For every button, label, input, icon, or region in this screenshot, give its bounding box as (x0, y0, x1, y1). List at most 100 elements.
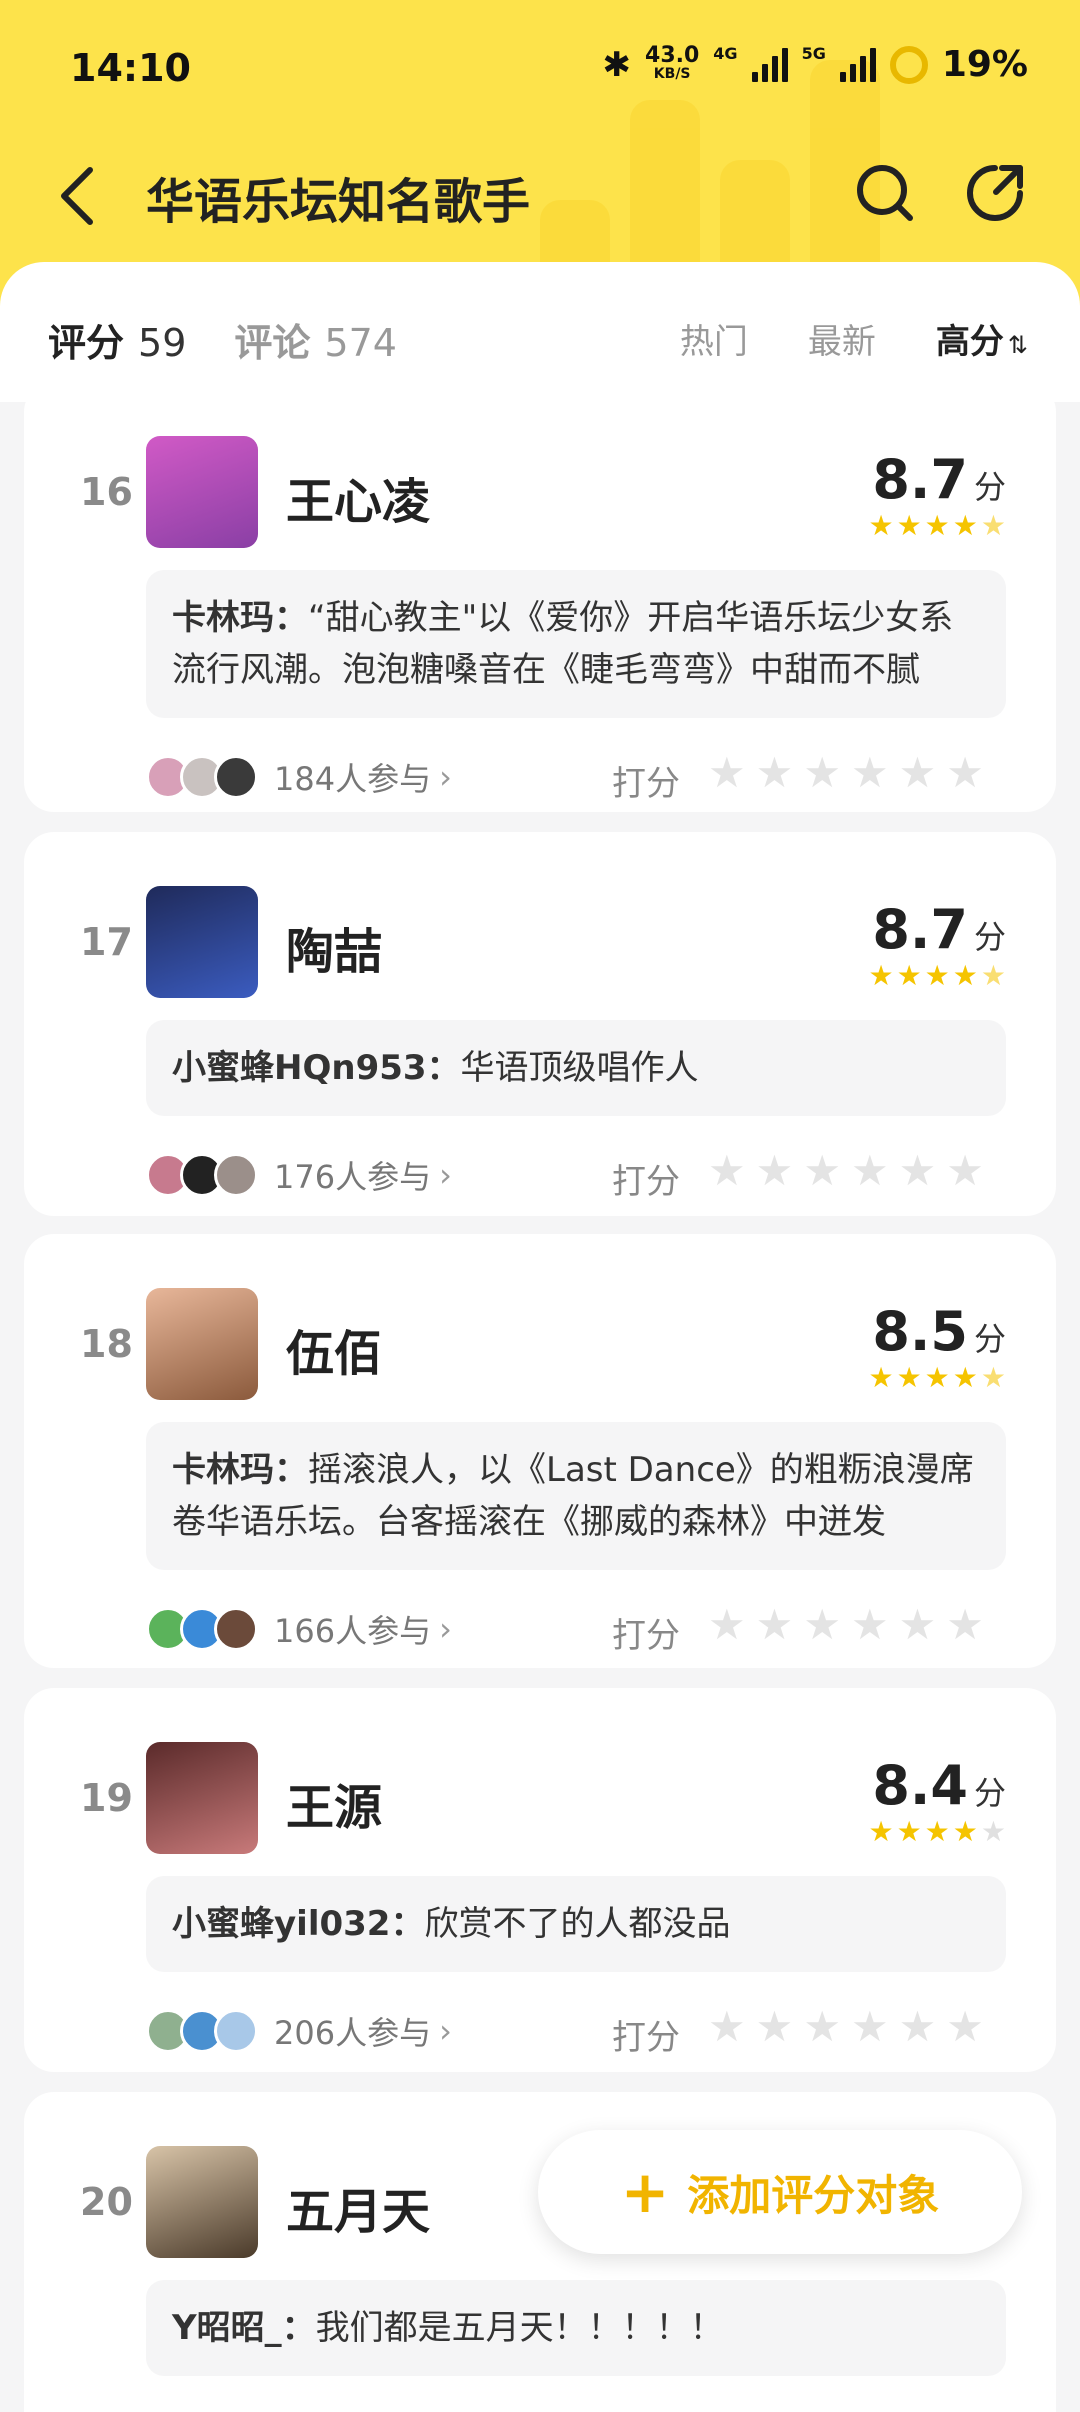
rate-star-icon[interactable]: ★ (851, 1150, 889, 1192)
rate-stars[interactable]: ★★★★★★ (708, 2006, 984, 2048)
chevron-right-icon: › (439, 2012, 452, 2050)
average-stars: ★ ★ ★ ★ ★ (868, 512, 1006, 540)
tab-rating[interactable]: 评分 59 (48, 312, 186, 367)
signal-4g-label: 4G (713, 44, 738, 63)
sort-direction-icon: ⇅ (1007, 331, 1028, 359)
comment-text: 欣赏不了的人都没品 (424, 1904, 731, 1944)
rate-star-icon[interactable]: ★ (708, 752, 746, 794)
singer-avatar[interactable] (146, 886, 258, 998)
rate-stars[interactable]: ★★★★★★ (708, 752, 984, 794)
sort-hot[interactable]: 热门 (680, 314, 748, 363)
rank-number: 20 (80, 2180, 133, 2224)
participants-count: 166人参与 (274, 1612, 432, 1650)
sort-latest[interactable]: 最新 (808, 314, 876, 363)
singer-card[interactable]: 19 王源 8.4 分 ★ ★ ★ ★ ★ 小蜜蜂yil032：欣赏不了的人都没品 206人参与 › 打… (24, 1688, 1056, 2072)
rate-star-icon[interactable]: ★ (899, 1150, 937, 1192)
sort-options: 热门 最新 高分 ⇅ (680, 314, 1028, 363)
singer-name[interactable]: 伍佰 (286, 1314, 382, 1384)
share-button[interactable] (962, 160, 1028, 226)
star-icon: ★ (896, 1361, 922, 1394)
rate-stars[interactable]: ★★★★★★ (708, 1604, 984, 1646)
rank-number: 18 (80, 1322, 133, 1366)
singer-card[interactable]: 18 伍佰 8.5 分 ★ ★ ★ ★ ★ 卡林玛：摇滚浪人，以《Last Dance》的粗粝浪漫… (24, 1234, 1056, 1668)
participants-count: 184人参与 (274, 760, 432, 798)
chevron-right-icon: › (439, 1610, 452, 1648)
tab-comments[interactable]: 评论 574 (234, 312, 397, 367)
back-button[interactable] (50, 160, 110, 230)
score-unit: 分 (973, 918, 1006, 956)
rank-number: 19 (80, 1776, 133, 1820)
participants-link[interactable]: 184人参与 › (146, 754, 452, 800)
average-stars: ★ ★ ★ ★ ★ (868, 962, 1006, 990)
rate-star-icon[interactable]: ★ (756, 1150, 794, 1192)
participant-avatar (214, 755, 258, 799)
top-comment[interactable]: 卡林玛：“甜心教主"以《爱你》开启华语乐坛少女系流行风潮。泡泡糖嗓音在《睫毛弯弯… (146, 570, 1006, 718)
singer-avatar[interactable] (146, 1742, 258, 1854)
star-icon: ★ (896, 509, 922, 542)
rate-star-icon[interactable]: ★ (708, 1150, 746, 1192)
rate-star-icon[interactable]: ★ (756, 1604, 794, 1646)
score-value: 8.5 (872, 1300, 968, 1363)
battery-level: 19% (941, 44, 1028, 85)
rate-star-icon[interactable]: ★ (899, 2006, 937, 2048)
rate-star-icon[interactable]: ★ (899, 1604, 937, 1646)
star-icon: ★ (924, 1815, 950, 1848)
singer-avatar[interactable] (146, 436, 258, 548)
star-icon: ★ (980, 1815, 1006, 1848)
comment-author: 卡林玛： (172, 1450, 308, 1490)
top-comment[interactable]: 卡林玛：摇滚浪人，以《Last Dance》的粗粝浪漫席卷华语乐坛。台客摇滚在《… (146, 1422, 1006, 1570)
add-rating-target-button[interactable]: + 添加评分对象 (538, 2130, 1022, 2254)
star-icon: ★ (980, 959, 1006, 992)
star-icon: ★ (868, 1815, 894, 1848)
top-comment[interactable]: Y昭昭_：我们都是五月天！！！！！ (146, 2280, 1006, 2376)
rate-label: 打分 (612, 1162, 680, 1202)
rate-star-icon[interactable]: ★ (803, 2006, 841, 2048)
top-comment[interactable]: 小蜜蜂HQn953：华语顶级唱作人 (146, 1020, 1006, 1116)
singer-card[interactable]: 17 陶喆 8.7 分 ★ ★ ★ ★ ★ 小蜜蜂HQn953：华语顶级唱作人 176人参与 › 打分 ★… (24, 832, 1056, 1216)
rate-star-icon[interactable]: ★ (851, 2006, 889, 2048)
singer-card[interactable]: 16 王心凌 8.7 分 ★ ★ ★ ★ ★ 卡林玛：“甜心教主"以《爱你》开启华语乐坛少女系流行… (24, 382, 1056, 812)
tab-comments-label: 评论 (234, 321, 311, 365)
singer-name[interactable]: 五月天 (286, 2172, 430, 2242)
star-icon: ★ (924, 509, 950, 542)
rate-star-icon[interactable]: ★ (946, 752, 984, 794)
rate-stars[interactable]: ★★★★★★ (708, 1150, 984, 1192)
singer-name[interactable]: 王心凌 (286, 462, 430, 532)
singer-name[interactable]: 王源 (286, 1768, 382, 1838)
rate-star-icon[interactable]: ★ (756, 2006, 794, 2048)
tab-rating-label: 评分 (48, 321, 125, 365)
rate-star-icon[interactable]: ★ (851, 752, 889, 794)
rate-star-icon[interactable]: ★ (946, 1604, 984, 1646)
signal-bars-icon-2 (839, 47, 876, 82)
rate-star-icon[interactable]: ★ (803, 1604, 841, 1646)
score: 8.7 分 (872, 898, 1006, 961)
rate-star-icon[interactable]: ★ (899, 752, 937, 794)
rate-star-icon[interactable]: ★ (708, 2006, 746, 2048)
participants-link[interactable]: 176人参与 › (146, 1152, 452, 1198)
singer-avatar[interactable] (146, 1288, 258, 1400)
rate-star-icon[interactable]: ★ (803, 1150, 841, 1192)
score-unit: 分 (973, 468, 1006, 506)
singer-name[interactable]: 陶喆 (286, 912, 382, 982)
singer-avatar[interactable] (146, 2146, 258, 2258)
sort-high[interactable]: 高分 ⇅ (936, 314, 1028, 363)
rate-label: 打分 (612, 2018, 680, 2058)
back-arrow-icon (61, 167, 93, 225)
status-time: 14:10 (70, 46, 191, 90)
participants-link[interactable]: 206人参与 › (146, 2008, 452, 2054)
participants-link[interactable]: 166人参与 › (146, 1606, 452, 1652)
signal-5g-label: 5G (801, 44, 826, 63)
search-button[interactable] (852, 160, 918, 226)
comment-author: 小蜜蜂yil032： (172, 1904, 425, 1944)
star-icon: ★ (980, 509, 1006, 542)
star-icon: ★ (896, 959, 922, 992)
top-comment[interactable]: 小蜜蜂yil032：欣赏不了的人都没品 (146, 1876, 1006, 1972)
signal-bars-icon (751, 47, 788, 82)
average-stars: ★ ★ ★ ★ ★ (868, 1818, 1006, 1846)
rate-star-icon[interactable]: ★ (851, 1604, 889, 1646)
rate-star-icon[interactable]: ★ (946, 2006, 984, 2048)
rate-star-icon[interactable]: ★ (756, 752, 794, 794)
rate-star-icon[interactable]: ★ (946, 1150, 984, 1192)
rate-star-icon[interactable]: ★ (803, 752, 841, 794)
rate-star-icon[interactable]: ★ (708, 1604, 746, 1646)
